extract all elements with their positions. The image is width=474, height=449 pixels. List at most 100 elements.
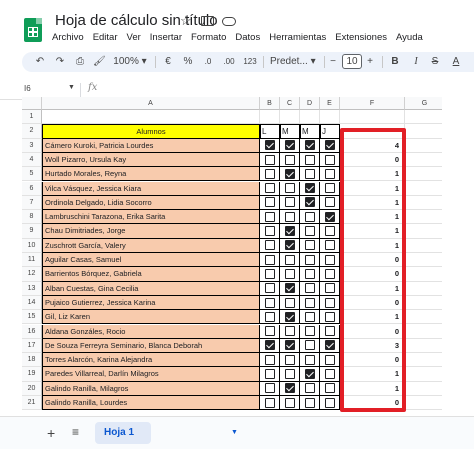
checkbox-checked[interactable] [284,283,295,294]
all-sheets-menu-icon[interactable]: ≡ [72,425,79,439]
tab-hoja-1[interactable]: Hoja 1 ▼ [95,422,238,444]
row-header[interactable]: 9 [22,224,42,239]
row-header[interactable]: 10 [22,238,42,253]
text-color-button[interactable]: A [450,52,462,72]
attendance-cell[interactable] [280,310,300,325]
checkbox-unchecked[interactable] [264,168,275,179]
row-header[interactable]: 8 [22,210,42,225]
checkbox-unchecked[interactable] [324,154,335,165]
student-name-cell[interactable]: Galindo Ranilla, Milagros [42,381,260,396]
checkbox-unchecked[interactable] [284,297,295,308]
checkbox-unchecked[interactable] [264,211,275,222]
attendance-cell[interactable] [280,324,300,339]
cell[interactable] [405,110,442,125]
attendance-cell[interactable] [320,210,340,225]
cell[interactable] [405,367,442,382]
checkbox-unchecked[interactable] [324,268,335,279]
cell[interactable] [405,296,442,311]
attendance-cell[interactable] [260,195,280,211]
checkbox-unchecked[interactable] [264,154,275,165]
cell[interactable] [405,382,442,396]
checkbox-checked[interactable] [324,211,335,222]
attendance-cell[interactable] [280,224,300,239]
decrease-decimals-button[interactable]: .0 [200,52,216,72]
folder-icon[interactable] [201,16,214,26]
attendance-cell[interactable] [260,138,280,153]
sheets-logo-icon[interactable] [24,18,42,42]
checkbox-checked[interactable] [264,340,275,351]
attendance-cell[interactable] [300,324,320,339]
attendance-cell[interactable] [300,238,320,253]
attendance-cell[interactable] [300,396,320,411]
attendance-cell[interactable] [320,152,340,168]
menu-ayuda[interactable]: Ayuda [396,32,423,43]
attendance-cell[interactable] [280,295,300,311]
increase-decimals-button[interactable]: .00 [220,52,238,72]
checkbox-unchecked[interactable] [264,283,275,294]
row-header[interactable]: 4 [22,152,42,168]
students-header-cell[interactable]: Alumnos [42,124,260,139]
checkbox-unchecked[interactable] [264,354,275,365]
cell[interactable] [300,110,320,125]
cell[interactable] [320,110,340,125]
cell[interactable] [405,196,442,211]
checkbox-unchecked[interactable] [324,183,335,194]
student-name-cell[interactable]: Hurtado Morales, Reyna [42,167,260,182]
checkbox-unchecked[interactable] [304,254,315,265]
attendance-cell[interactable] [300,181,320,196]
attendance-cell[interactable] [300,295,320,311]
student-name-cell[interactable]: Ordinola Delgado, Lidia Socorro [42,195,260,211]
checkbox-unchecked[interactable] [304,226,315,237]
currency-button[interactable]: € [162,52,174,72]
attendance-cell[interactable] [280,396,300,411]
checkbox-checked[interactable] [324,140,335,151]
row-header[interactable]: 18 [22,353,42,368]
paint-format-icon[interactable]: 🖌 [93,52,106,72]
checkbox-unchecked[interactable] [264,383,275,394]
checkbox-checked[interactable] [304,197,315,208]
name-box[interactable]: I6 [24,84,31,93]
menu-herramientas[interactable]: Herramientas [269,32,326,43]
checkbox-checked[interactable] [284,240,295,251]
checkbox-checked[interactable] [264,140,275,151]
cell[interactable] [405,396,442,411]
column-header-g[interactable]: G [405,97,442,110]
attendance-cell[interactable] [260,224,280,239]
star-icon[interactable]: ☆ [180,14,193,27]
column-header-c[interactable]: C [280,97,300,110]
student-name-cell[interactable]: Gil, Liz Karen [42,310,260,325]
checkbox-unchecked[interactable] [264,326,275,337]
student-name-cell[interactable]: Torres Alarcón, Karina Alejandra [42,353,260,368]
attendance-cell[interactable] [260,238,280,253]
checkbox-checked[interactable] [304,140,315,151]
attendance-cell[interactable] [300,353,320,368]
attendance-cell[interactable] [300,210,320,225]
attendance-cell[interactable] [260,281,280,296]
student-name-cell[interactable]: Woll Pizarro, Ursula Kay [42,152,260,168]
checkbox-unchecked[interactable] [324,254,335,265]
row-header[interactable]: 20 [22,381,42,396]
cell[interactable] [405,282,442,296]
checkbox-unchecked[interactable] [324,383,335,394]
attendance-cell[interactable] [280,338,300,354]
cell[interactable] [405,167,442,182]
row-header[interactable]: 16 [22,324,42,339]
cell[interactable] [405,353,442,368]
row-header[interactable]: 1 [22,110,42,125]
menu-insertar[interactable]: Insertar [150,32,182,43]
attendance-cell[interactable] [280,138,300,153]
attendance-cell[interactable] [320,267,340,282]
checkbox-unchecked[interactable] [264,240,275,251]
checkbox-checked[interactable] [284,340,295,351]
attendance-cell[interactable] [260,167,280,182]
checkbox-unchecked[interactable] [304,383,315,394]
checkbox-unchecked[interactable] [304,240,315,251]
checkbox-unchecked[interactable] [264,183,275,194]
number-format-button[interactable]: 123 [242,52,258,72]
menu-datos[interactable]: Datos [235,32,260,43]
cell[interactable] [405,310,442,325]
checkbox-unchecked[interactable] [304,354,315,365]
attendance-cell[interactable] [300,138,320,153]
chevron-down-icon[interactable]: ▼ [68,84,75,91]
attendance-cell[interactable] [300,310,320,325]
